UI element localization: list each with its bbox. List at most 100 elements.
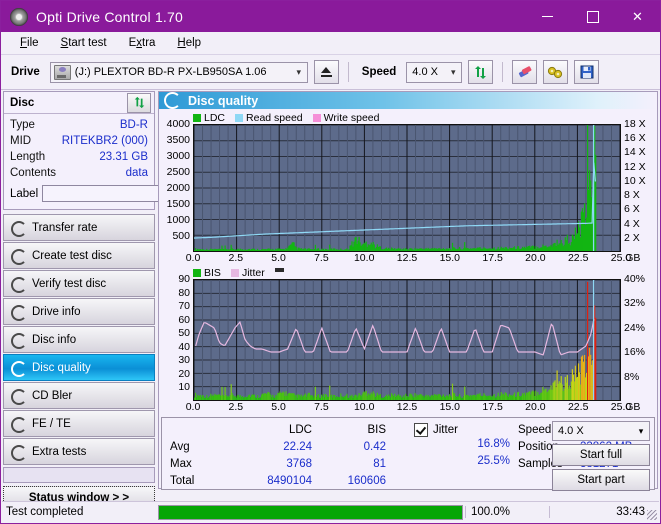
tick-label: 10.0 (353, 252, 375, 264)
disc-panel-header: Disc (4, 92, 154, 114)
tick-label: 12 X (624, 160, 646, 173)
test-speed-select[interactable]: 4.0 X ▾ (552, 421, 650, 441)
tick-label: 5.0 (271, 252, 286, 264)
max-bis-value: 81 (373, 457, 386, 470)
sidebar-item-create-test-disc[interactable]: Create test disc (3, 242, 155, 269)
chart1-plot (193, 124, 621, 252)
tick-label: 80 (178, 286, 190, 299)
chart2-y-axis: 10 20 30 40 50 60 70 80 90 (161, 273, 193, 401)
jitter-column: Jitter 16.8% 25.5% (400, 418, 518, 489)
menu-file[interactable]: FFileile (9, 35, 50, 51)
maximize-button[interactable] (570, 1, 615, 32)
drive-label: Drive (11, 66, 40, 78)
tick-label: 7.5 (314, 252, 329, 264)
tick-label: 10 (178, 381, 190, 394)
sidebar-item-extra-tests[interactable]: Extra tests (3, 438, 155, 465)
resize-grip-icon[interactable] (647, 510, 657, 520)
avg-label: Avg (170, 440, 190, 453)
ldc-header: LDC (288, 423, 312, 436)
pane-title: Disc quality (188, 93, 259, 108)
jitter-avg-value: 16.8% (477, 438, 510, 450)
tools-button[interactable] (543, 60, 569, 84)
sidebar-item-drive-info[interactable]: Drive info (3, 298, 155, 325)
tick-label: 40 (178, 340, 190, 353)
menu-start-test[interactable]: Start test (50, 35, 118, 51)
disc-row-mid: MID RITEKBR2 (000) (10, 133, 148, 149)
jitter-toggle[interactable]: Jitter (400, 421, 518, 438)
disc-type-value: BD-R (119, 119, 148, 131)
disc-panel-title: Disc (10, 96, 35, 109)
sidebar-item-cd-bler[interactable]: CD Bler (3, 382, 155, 409)
chart1-y2-axis: 2 X4 X6 X8 X 10 X 12 X 14 X 16 X 18 X (621, 118, 655, 252)
toolbar: Drive (J:) PLEXTOR BD-R PX-LB950SA 1.06 … (1, 55, 660, 90)
menu-help[interactable]: Help (166, 35, 212, 51)
tick-label: 90 (178, 273, 190, 285)
disc-mid-value: RITEKBR2 (000) (61, 135, 148, 147)
tick-label: 40% (624, 273, 646, 285)
jitter-checkbox[interactable] (414, 422, 428, 437)
action-buttons: 4.0 X ▾ Start full Start part (552, 421, 650, 491)
menu-extra[interactable]: Extra (118, 35, 167, 51)
drive-select[interactable]: (J:) PLEXTOR BD-R PX-LB950SA 1.06 ▾ (49, 61, 308, 83)
tick-label: 70 (178, 300, 190, 313)
close-button[interactable]: ✕ (615, 1, 660, 32)
disc-refresh-button[interactable] (127, 92, 151, 113)
sidebar-item-verify-test-disc[interactable]: Verify test disc (3, 270, 155, 297)
eject-button[interactable] (313, 60, 339, 84)
disc-label-caption: Label (10, 187, 39, 200)
max-label: Max (170, 457, 192, 470)
tick-label: 18 X (624, 118, 646, 130)
total-bis-value: 160606 (347, 474, 386, 487)
tick-label: 20.0 (525, 252, 546, 264)
minimize-button[interactable] (525, 1, 570, 32)
sidebar-item-fe-te[interactable]: FE / TE (3, 410, 155, 437)
erase-button[interactable] (512, 60, 538, 84)
start-full-button[interactable]: Start full (552, 444, 650, 466)
speed-select[interactable]: 4.0 X ▾ (406, 61, 463, 83)
app-window: Opti Drive Control 1.70 ✕ FFileile Start… (0, 0, 661, 524)
start-part-button[interactable]: Start part (552, 469, 650, 491)
sidebar-item-transfer-rate[interactable]: Transfer rate (3, 214, 155, 241)
tick-label: 10.0 (353, 401, 375, 413)
tick-label: 1000 (166, 214, 190, 226)
window-controls: ✕ (525, 1, 660, 32)
legend-ldc: LDC (193, 112, 225, 124)
disc-type-label: Type (10, 119, 35, 131)
elapsed-time: 33:43 (549, 506, 659, 518)
tick-label: 2.5 (228, 401, 244, 413)
tools-icon (548, 66, 563, 78)
toolbar-divider-2 (502, 62, 504, 82)
tick-label: 2500 (166, 166, 190, 178)
chevron-down-icon: ▾ (638, 425, 644, 436)
drive-icon (53, 64, 71, 80)
save-icon (580, 65, 594, 79)
speed-select-value: 4.0 X (412, 66, 438, 78)
test-speed-value: 4.0 X (558, 425, 584, 437)
chevron-down-icon: ▾ (296, 66, 302, 77)
chart2-y2-axis: 8% 16% 24% 32% 40% (621, 273, 655, 401)
tick-label: 1500 (166, 198, 190, 210)
tick-label: 8% (624, 370, 640, 383)
tick-label: 17.5 (482, 252, 503, 264)
disc-icon (10, 304, 27, 321)
sidebar-item-disc-info[interactable]: Disc info (3, 326, 155, 353)
disc-icon (10, 220, 27, 237)
avg-ldc-value: 22.24 (283, 440, 312, 453)
max-ldc-value: 3768 (286, 457, 312, 470)
status-bar: Test completed 100.0% 33:43 (2, 501, 659, 522)
chart2-x-axis: 0.0 2.5 5.0 7.5 10.0 12.5 15.0 17.5 20.0 22.5 25.0… (186, 401, 641, 415)
sidebar-label: CD Bler (32, 389, 73, 402)
save-button[interactable] (574, 60, 600, 84)
disc-row-contents: Contents data (10, 165, 148, 181)
refresh-button[interactable] (468, 60, 494, 84)
sidebar-label: Transfer rate (32, 221, 98, 234)
window-title: Opti Drive Control 1.70 (36, 8, 183, 25)
main-body: Disc Type BD-R MID RITEKBR2 (000) Length… (1, 90, 660, 509)
menu-bar: FFileile Start test Extra Help (1, 32, 660, 55)
speed-label: Speed (361, 66, 397, 78)
sidebar-item-disc-quality[interactable]: Disc quality (3, 354, 155, 381)
sidebar-spacer (3, 467, 155, 483)
results-row-max: Max 3768 81 (170, 455, 400, 472)
disc-icon (10, 360, 27, 377)
nav-list: Transfer rate Create test disc Verify te… (3, 214, 155, 465)
